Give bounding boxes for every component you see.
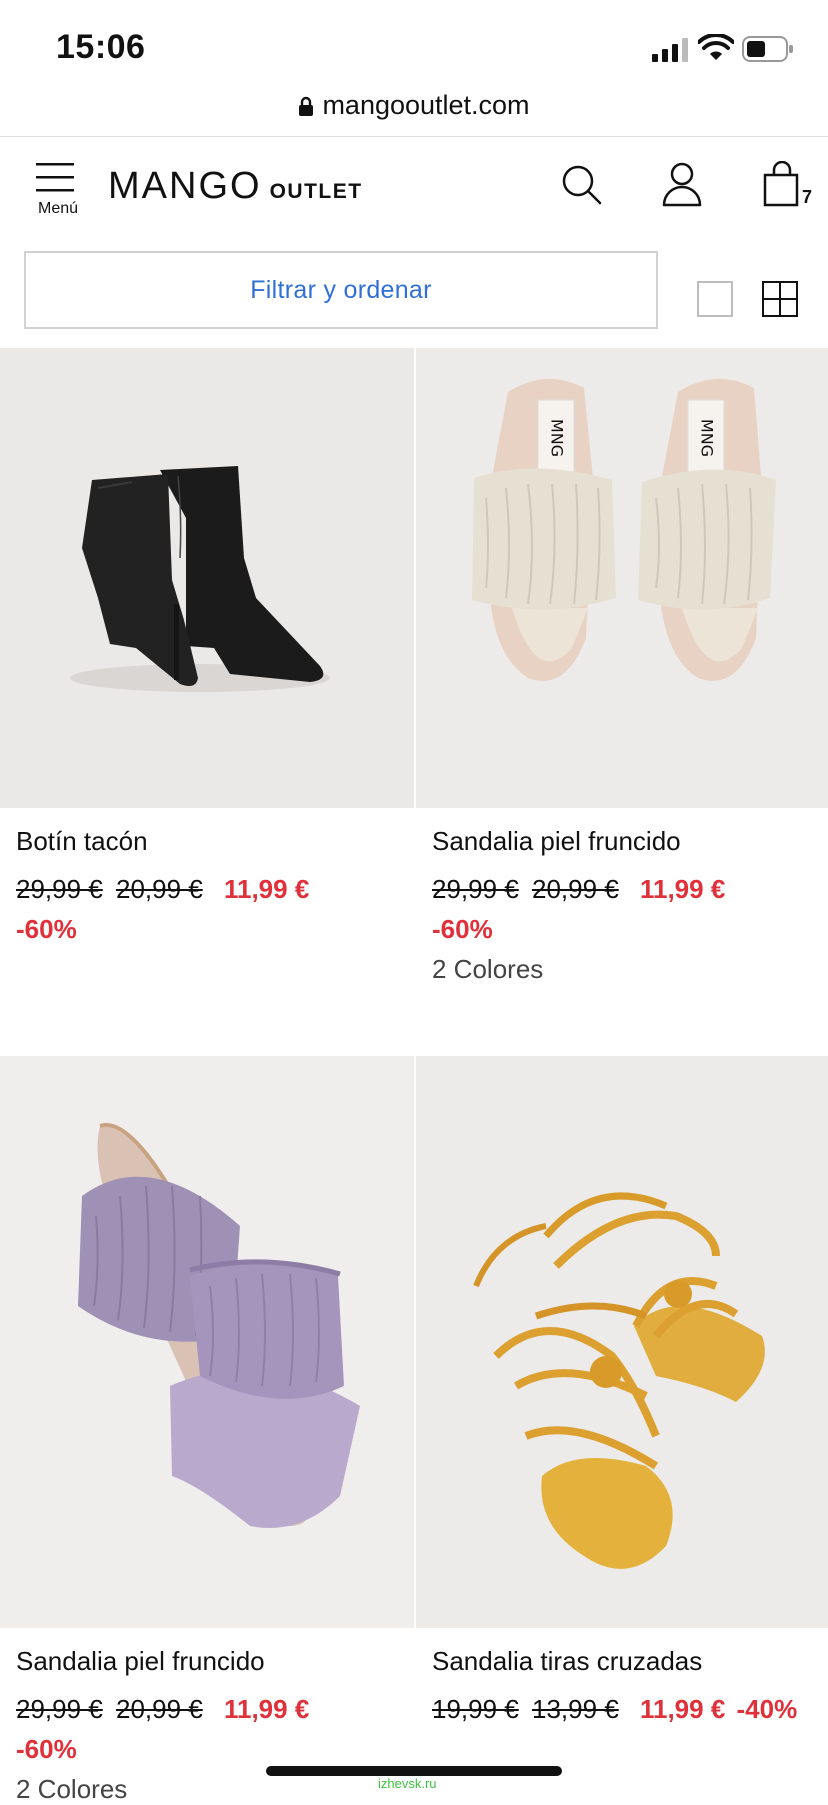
price-sale: 11,99 € [639,1694,726,1724]
product-image[interactable] [0,1056,414,1628]
site-header: Menú MANGO OUTLET 7 [0,136,828,238]
browser-url-bar[interactable]: mangooutlet.com [0,90,828,136]
shopping-bag-button[interactable]: 7 [762,160,818,213]
price-previous: 20,99 € [115,874,203,904]
svg-text:MNG: MNG [698,419,717,457]
product-card[interactable]: MNG MNG Sandalia piel fruncido 29,99 € 2… [416,348,828,1056]
price-row: 29,99 € 20,99 € 11,99 € [16,874,309,905]
product-name[interactable]: Sandalia piel fruncido [16,1646,265,1677]
cellular-signal-icon [652,38,688,62]
home-indicator[interactable] [266,1766,562,1776]
price-previous: 20,99 € [115,1694,203,1724]
status-bar: 15:06 [0,0,828,96]
search-icon[interactable] [560,163,604,207]
browser-url: mangooutlet.com [322,90,530,120]
price-sale: 11,99 € [223,874,310,904]
battery-icon [742,36,793,62]
wifi-icon [698,34,734,60]
product-name[interactable]: Sandalia tiras cruzadas [432,1646,702,1677]
price-previous: 13,99 € [531,1694,619,1724]
shopping-bag-icon [763,160,799,207]
svg-text:MNG: MNG [548,419,567,457]
product-name[interactable]: Sandalia piel fruncido [432,826,681,857]
price-row: 29,99 € 20,99 € 11,99 € [16,1694,309,1725]
yellow-strappy-sandals-image [416,1056,828,1628]
price-row: 19,99 € 13,99 € 11,99 € -40% [432,1694,797,1725]
logo-sub-text: OUTLET [269,180,363,203]
price-previous: 20,99 € [531,874,619,904]
menu-button[interactable]: Menú [30,163,86,227]
hamburger-menu-icon [36,163,74,192]
color-count[interactable]: 2 Colores [432,954,543,985]
lilac-sandals-image [0,1056,414,1628]
mango-outlet-logo[interactable]: MANGO OUTLET [108,165,363,213]
single-column-view-icon[interactable] [697,281,733,317]
discount-badge: -40% [736,1694,798,1724]
cream-sandals-image: MNG MNG [416,348,828,808]
discount-badge: -60% [432,914,493,944]
black-ankle-boots-image [0,348,414,808]
product-name[interactable]: Botín tacón [16,826,148,857]
filter-bar: Filtrar y ordenar [0,237,828,347]
cart-count-badge: 7 [802,187,813,207]
watermark: izhevsk.ru [378,1776,437,1791]
logo-main-text: MANGO [108,165,262,207]
price-sale: 11,99 € [223,1694,310,1724]
filter-and-sort-button[interactable]: Filtrar y ordenar [24,251,658,329]
price-original: 29,99 € [16,1694,103,1724]
product-card[interactable]: Sandalia piel fruncido 29,99 € 20,99 € 1… [0,1056,414,1804]
lock-icon [299,96,314,116]
price-original: 29,99 € [432,874,519,904]
price-sale: 11,99 € [639,874,726,904]
product-card[interactable]: Botín tacón 29,99 € 20,99 € 11,99 € -60% [0,348,414,1056]
product-image[interactable] [416,1056,828,1628]
price-row: 29,99 € 20,99 € 11,99 € [432,874,725,905]
discount-badge: -60% [16,1734,77,1764]
price-original: 29,99 € [16,874,103,904]
discount-badge: -60% [16,914,77,944]
menu-label: Menú [37,200,79,217]
product-image[interactable]: MNG MNG [416,348,828,808]
product-card[interactable]: Sandalia tiras cruzadas 19,99 € 13,99 € … [416,1056,828,1792]
user-account-icon[interactable] [660,161,704,209]
color-count[interactable]: 2 Colores [16,1774,127,1805]
status-time: 15:06 [56,28,146,66]
product-image[interactable] [0,348,414,808]
price-original: 19,99 € [432,1694,519,1724]
grid-view-icon[interactable] [762,281,798,317]
